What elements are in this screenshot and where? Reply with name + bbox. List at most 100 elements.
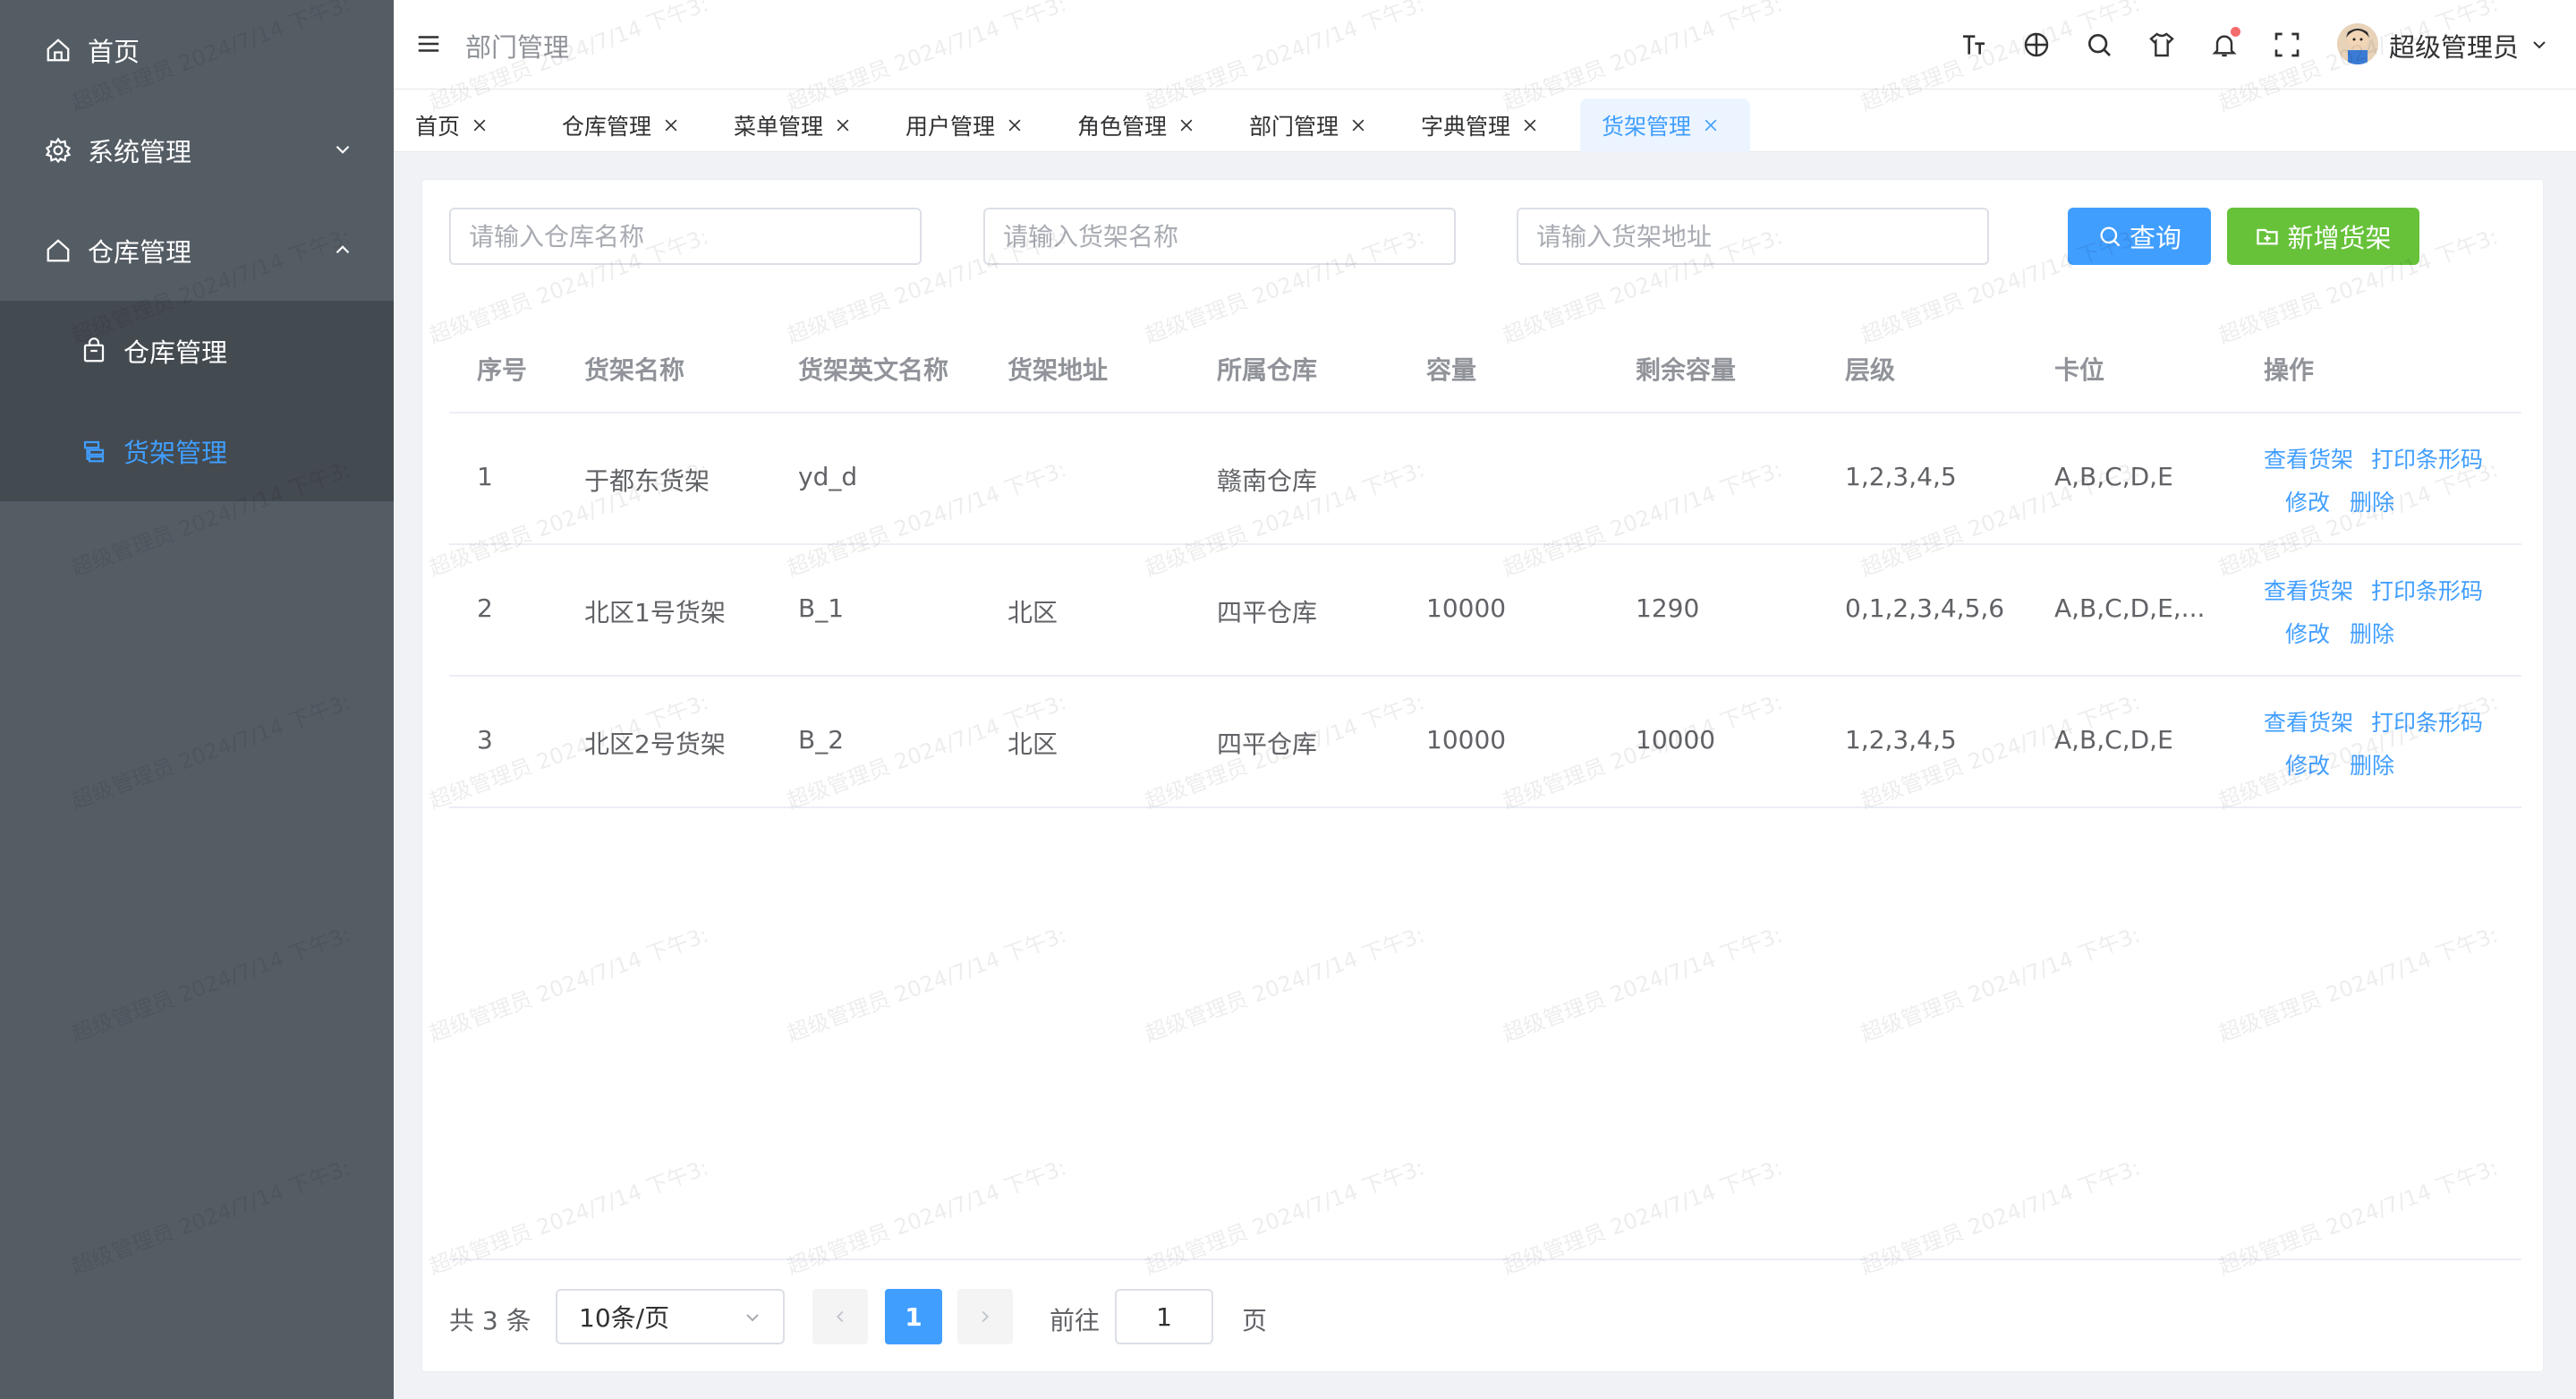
edit-link[interactable]: 修改 <box>2285 617 2330 649</box>
tab-home[interactable]: 首页 <box>394 98 528 152</box>
goto-page-input[interactable] <box>1115 1289 1213 1344</box>
sidebar-item-home[interactable]: 首页 <box>0 0 394 100</box>
column-header: 所属仓库 <box>1217 355 1318 385</box>
tab-menu[interactable]: 菜单管理 <box>712 98 882 152</box>
tab-user[interactable]: 用户管理 <box>884 98 1054 152</box>
notification-dot <box>2231 27 2240 37</box>
close-icon[interactable] <box>1006 116 1024 134</box>
print-barcode-link[interactable]: 打印条形码 <box>2371 705 2483 738</box>
next-page-button[interactable] <box>957 1289 1013 1344</box>
shopping-bag-icon <box>79 336 109 366</box>
cell-capacity: 10000 <box>1426 725 1507 755</box>
hamburger-icon[interactable] <box>415 30 442 57</box>
prev-page-button[interactable] <box>812 1289 868 1344</box>
pagination-divider <box>449 1258 2521 1260</box>
tab-dict[interactable]: 字典管理 <box>1399 98 1569 152</box>
tab-label: 字典管理 <box>1421 114 1511 140</box>
cell-address: 北区 <box>1007 729 1058 759</box>
cell-name: 于都东货架 <box>584 466 710 496</box>
chevron-right-icon <box>982 1310 990 1323</box>
edit-link[interactable]: 修改 <box>2285 485 2330 517</box>
username[interactable]: 超级管理员 <box>2389 27 2519 64</box>
view-shelf-link[interactable]: 查看货架 <box>2264 705 2353 738</box>
tab-warehouse[interactable]: 仓库管理 <box>540 98 710 152</box>
query-button[interactable]: 查询 <box>2068 208 2211 265</box>
chevron-down-icon[interactable] <box>2529 34 2550 55</box>
page-size-select[interactable]: 10条/页 <box>556 1289 785 1344</box>
cell-slots: A,B,C,D,E <box>2054 725 2173 755</box>
close-icon[interactable] <box>1521 116 1539 134</box>
edit-link[interactable]: 修改 <box>2285 748 2330 781</box>
cell-levels: 1,2,3,4,5 <box>1845 462 1957 491</box>
total-count: 共 3 条 <box>449 1306 531 1335</box>
column-header: 操作 <box>2264 355 2315 385</box>
cell-address: 北区 <box>1007 598 1058 627</box>
main-card <box>421 179 2544 1372</box>
chevron-left-icon <box>836 1310 844 1323</box>
search-icon[interactable] <box>2085 30 2113 59</box>
cell-remaining: 10000 <box>1636 725 1716 755</box>
top-header: 部门管理 超级管理员 <box>394 0 2576 90</box>
column-header: 层级 <box>1845 355 1896 385</box>
cell-slots: A,B,C,D,E,... <box>2054 593 2206 623</box>
warehouse-name-input[interactable] <box>449 208 922 265</box>
shelf-address-input[interactable] <box>1517 208 1989 265</box>
page-number-current[interactable]: 1 <box>885 1289 942 1344</box>
sidebar-item-label: 系统管理 <box>88 137 192 167</box>
print-barcode-link[interactable]: 打印条形码 <box>2371 574 2483 606</box>
view-shelf-link[interactable]: 查看货架 <box>2264 574 2353 606</box>
tab-dept[interactable]: 部门管理 <box>1228 98 1398 152</box>
cell-capacity: 10000 <box>1426 593 1507 623</box>
add-shelf-button-label: 新增货架 <box>2287 223 2392 253</box>
print-barcode-link[interactable]: 打印条形码 <box>2371 442 2483 474</box>
cell-name: 北区1号货架 <box>584 598 726 627</box>
delete-link[interactable]: 删除 <box>2350 617 2394 649</box>
close-icon[interactable] <box>1349 116 1367 134</box>
cell-name: 北区2号货架 <box>584 729 726 759</box>
fullscreen-icon[interactable] <box>2273 30 2301 59</box>
sidebar-item-label: 仓库管理 <box>88 237 192 268</box>
cell-warehouse: 四平仓库 <box>1217 729 1318 759</box>
cell-levels: 0,1,2,3,4,5,6 <box>1845 593 2005 623</box>
tab-label: 部门管理 <box>1249 114 1339 140</box>
sidebar-item-warehouse[interactable]: 仓库管理 <box>0 200 394 301</box>
close-icon[interactable] <box>662 116 680 134</box>
font-size-icon[interactable] <box>1960 30 1988 59</box>
cell-levels: 1,2,3,4,5 <box>1845 725 1957 755</box>
sidebar-item-warehouse-manage[interactable]: 仓库管理 <box>0 301 394 401</box>
row-divider <box>449 412 2521 414</box>
tab-label: 仓库管理 <box>562 114 652 140</box>
delete-link[interactable]: 删除 <box>2350 748 2394 781</box>
sidebar-item-label: 货架管理 <box>123 438 228 468</box>
tab-shelf[interactable]: 货架管理 <box>1580 98 1750 152</box>
row-divider <box>449 543 2521 545</box>
sidebar-item-label: 仓库管理 <box>123 337 228 368</box>
bell-icon[interactable] <box>2210 27 2240 59</box>
cell-slots: A,B,C,D,E <box>2054 462 2173 491</box>
theme-shirt-icon[interactable] <box>2147 30 2176 59</box>
cell-index: 2 <box>477 593 493 623</box>
breadcrumb: 部门管理 <box>465 32 570 63</box>
folder-add-icon <box>2257 228 2279 245</box>
add-shelf-button[interactable]: 新增货架 <box>2227 208 2419 265</box>
column-header: 剩余容量 <box>1636 355 1737 385</box>
view-shelf-link[interactable]: 查看货架 <box>2264 442 2353 474</box>
list-icon <box>79 436 109 466</box>
close-icon[interactable] <box>471 116 489 134</box>
column-header: 容量 <box>1426 355 1477 385</box>
tab-label: 角色管理 <box>1077 114 1168 140</box>
column-header: 货架名称 <box>584 355 685 385</box>
sidebar-item-system[interactable]: 系统管理 <box>0 100 394 200</box>
close-icon[interactable] <box>1702 116 1720 134</box>
language-icon[interactable] <box>2022 30 2051 59</box>
tab-role[interactable]: 角色管理 <box>1056 98 1226 152</box>
delete-link[interactable]: 删除 <box>2350 485 2394 517</box>
avatar[interactable] <box>2337 23 2378 64</box>
cell-warehouse: 四平仓库 <box>1217 598 1318 627</box>
close-icon[interactable] <box>1177 116 1195 134</box>
close-icon[interactable] <box>834 116 852 134</box>
row-divider <box>449 806 2521 808</box>
warehouse-submenu: 仓库管理 货架管理 <box>0 301 394 501</box>
shelf-name-input[interactable] <box>983 208 1456 265</box>
sidebar-item-shelf-manage[interactable]: 货架管理 <box>0 401 394 501</box>
